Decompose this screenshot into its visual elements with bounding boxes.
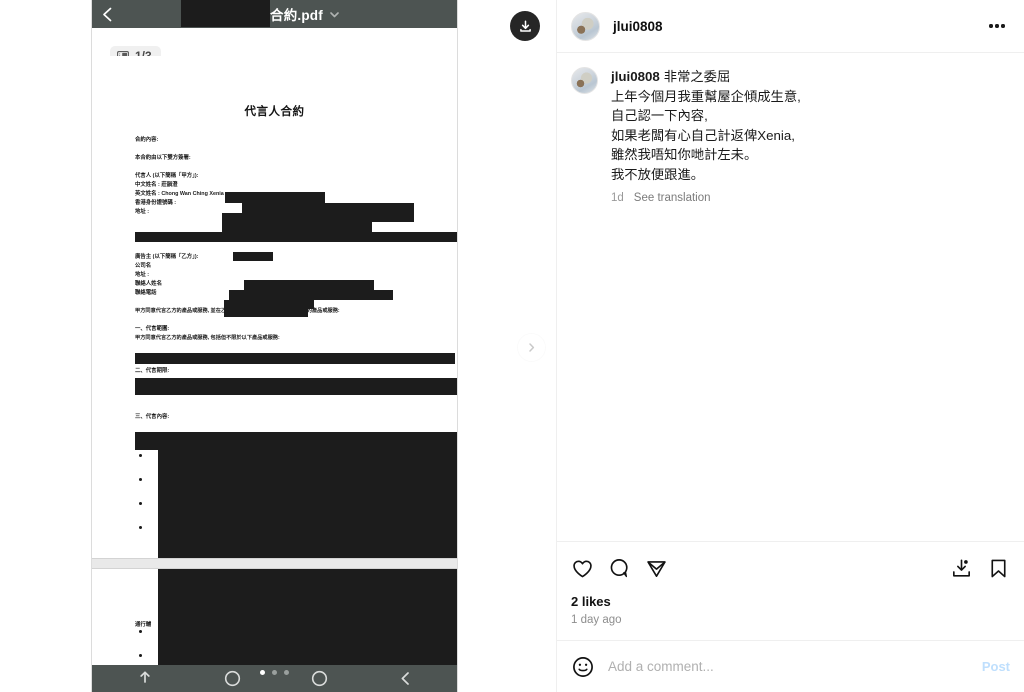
bullet-list: [139, 454, 142, 529]
back-chevron-icon[interactable]: [92, 0, 122, 28]
redaction-bar: [135, 378, 457, 395]
avatar[interactable]: [571, 11, 600, 41]
doc-line: 一、代言範圍:: [135, 326, 170, 332]
post-timestamp: 1 day ago: [571, 614, 622, 626]
download-media-button[interactable]: [510, 11, 540, 41]
doc-line: 中文姓名 : 莊韻澄: [135, 182, 178, 188]
bullet-point: [139, 630, 142, 633]
comment-box: Post: [557, 640, 1024, 692]
download-icon[interactable]: [950, 557, 973, 580]
doc-line: 本合約由以下雙方簽署:: [135, 155, 191, 161]
bullet-point: [139, 502, 142, 505]
caption-line: 如果老闆有心自己計返俾Xenia,: [611, 127, 795, 143]
redaction-bar: [224, 300, 314, 309]
heart-icon[interactable]: [311, 670, 328, 687]
pdf-file-title: 合約.pdf: [270, 0, 340, 28]
page-separator: [92, 558, 457, 569]
pdf-file-name: 合約.pdf: [270, 8, 323, 23]
carousel-dot: [272, 670, 277, 675]
carousel-dot: [260, 670, 265, 675]
doc-line: 通行輔: [135, 622, 152, 628]
more-options-icon[interactable]: [984, 13, 1010, 39]
bullet-point: [139, 454, 142, 457]
bullet-point: [139, 478, 142, 481]
document-page-1: 代言人合約 合約內容: 本合約由以下雙方簽署: 代言人 (以下簡稱「甲方」): …: [92, 56, 457, 568]
pdf-viewer: 合約.pdf 代言人合約 合約內容: 本合約由以下雙方簽署: 代言人 (以下簡稱…: [91, 0, 458, 692]
redaction-bar: [224, 309, 308, 317]
emoji-smiley-icon[interactable]: [571, 655, 595, 679]
post-actions: [557, 542, 1024, 594]
redaction-bar: [225, 192, 325, 203]
caption-line: 雖然我唔知你哋計左未。: [611, 147, 758, 162]
doc-line: 二、代言期限:: [135, 368, 170, 374]
post-caption: jlui0808 非常之委屈 上年今個月我重幫屋企傾成生意, 自己認一下內容, 如…: [557, 53, 1024, 541]
carousel-dot: [284, 670, 289, 675]
post-side-panel: jlui0808 jlui0808 非常之委屈 上年今個月我重幫屋企傾成生意, 自…: [556, 0, 1024, 692]
bookmark-icon[interactable]: [987, 557, 1010, 580]
doc-line: 甲方同意代言乙方的產品或服務, 包括但不限於以下產品或服務:: [135, 335, 280, 341]
next-slide-button[interactable]: [518, 334, 545, 361]
caption-line: 自己認一下內容,: [611, 108, 708, 123]
bullet-point: [139, 654, 142, 657]
doc-line: 公司名: [135, 263, 152, 269]
pdf-page-area[interactable]: 1/3 代言人合約 合約內容: 本合約由以下雙方簽署: 代言人 (以下簡稱「甲方…: [92, 28, 457, 692]
post-header: jlui0808: [557, 0, 1024, 53]
redaction-bar: [242, 203, 414, 213]
post-comment-button[interactable]: Post: [982, 659, 1010, 674]
redaction-bar: [135, 232, 225, 242]
redaction-bar: [222, 213, 414, 222]
caption-meta: 1d See translation: [611, 192, 801, 204]
see-translation-link[interactable]: See translation: [634, 192, 711, 204]
caption-line: 上年今個月我重幫屋企傾成生意,: [611, 88, 801, 104]
post-actions-section: 2 likes 1 day ago: [557, 541, 1024, 640]
redaction-bar: [222, 222, 372, 232]
redaction-bar: [229, 290, 393, 300]
share-up-icon[interactable]: [137, 670, 153, 688]
redaction-bar: [244, 280, 374, 290]
comment-icon[interactable]: [224, 670, 241, 687]
caption-line: 非常之委屈: [663, 69, 731, 84]
redaction-bar: [158, 450, 457, 568]
doc-line: 三、代言內容:: [135, 414, 170, 420]
document-title: 代言人合約: [244, 106, 305, 118]
likes-count[interactable]: 2 likes: [557, 594, 1024, 609]
redaction-bar: [135, 353, 455, 364]
redaction-bar: [135, 432, 457, 450]
doc-line: 廣告主 (以下簡稱「乙方」):: [135, 254, 199, 260]
caption-text: jlui0808 非常之委屈 上年今個月我重幫屋企傾成生意, 自己認一下內容, 如…: [611, 67, 801, 184]
comment-input[interactable]: [608, 659, 969, 674]
comment-icon[interactable]: [608, 557, 631, 580]
caption-username[interactable]: jlui0808: [611, 69, 660, 84]
doc-line: 合約內容:: [135, 137, 159, 143]
app-screen: 合約.pdf 代言人合約 合約內容: 本合約由以下雙方簽署: 代言人 (以下簡稱…: [0, 0, 1024, 692]
avatar[interactable]: [571, 67, 598, 94]
heart-icon[interactable]: [571, 557, 594, 580]
pdf-topbar: 合約.pdf: [92, 0, 457, 28]
doc-line: 地址 :: [135, 272, 150, 278]
bullet-point: [139, 526, 142, 529]
caption-line: 我不放便跟進。: [611, 166, 705, 182]
share-paperplane-icon[interactable]: [645, 557, 668, 580]
redaction-bar: [233, 252, 273, 261]
media-pane: 合約.pdf 代言人合約 合約內容: 本合約由以下雙方簽署: 代言人 (以下簡稱…: [0, 0, 556, 692]
back-chevron-icon[interactable]: [399, 671, 412, 686]
doc-line: 代言人 (以下簡稱「甲方」):: [135, 173, 199, 179]
redaction-bar: [222, 232, 457, 242]
chevron-down-icon[interactable]: [329, 9, 340, 20]
caption-time: 1d: [611, 192, 624, 204]
post-author-username[interactable]: jlui0808: [613, 19, 663, 34]
redaction-bar: [181, 0, 270, 27]
pdf-bottom-toolbar: [92, 665, 457, 692]
